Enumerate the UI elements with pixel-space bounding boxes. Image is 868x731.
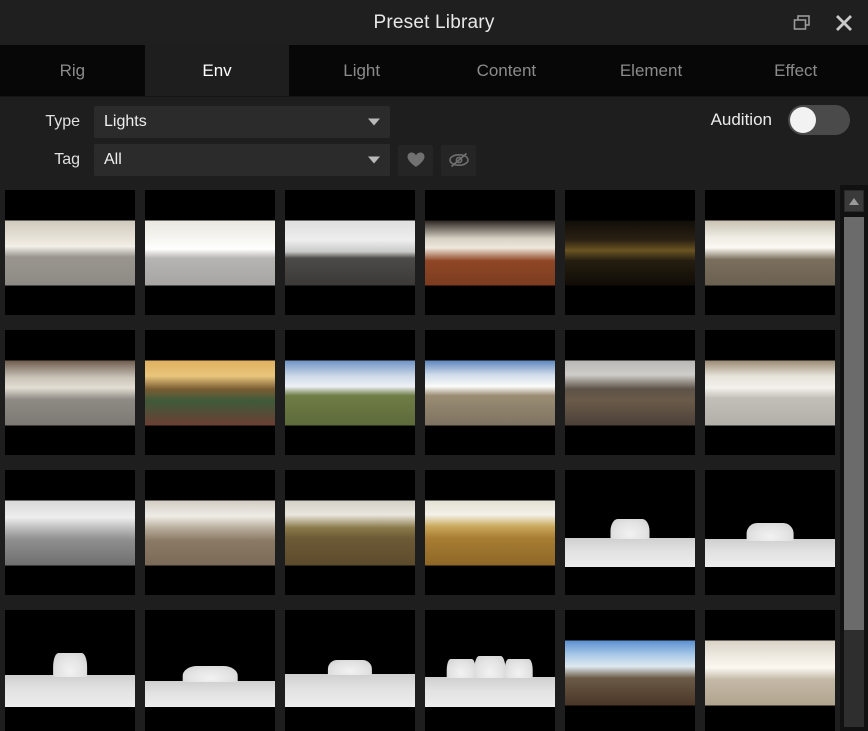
title-bar: Preset Library [0, 0, 868, 45]
preset-thumbnail [285, 360, 415, 425]
window-controls [792, 0, 854, 45]
audition-toggle[interactable] [788, 105, 850, 135]
preset-thumbnail [5, 638, 135, 707]
preset-library-window: Preset Library Rig Env Light Content Ele… [0, 0, 868, 731]
grid-scrollbar[interactable] [840, 185, 868, 731]
preset-grid [5, 185, 836, 731]
preset-tile[interactable] [5, 610, 135, 731]
preset-tile[interactable] [705, 190, 835, 315]
audition-control: Audition [711, 105, 850, 135]
preset-tile[interactable] [285, 330, 415, 455]
preset-thumbnail [145, 500, 275, 565]
tag-dropdown-value: All [104, 151, 122, 168]
tab-element[interactable]: Element [579, 45, 724, 96]
preset-thumbnail [425, 360, 555, 425]
preset-tile[interactable] [565, 610, 695, 731]
preset-thumbnail [565, 360, 695, 425]
chevron-down-icon [368, 118, 380, 126]
window-title: Preset Library [373, 11, 495, 33]
restore-window-button[interactable] [792, 13, 812, 33]
preset-thumbnail [425, 638, 555, 707]
favorites-filter-button[interactable] [398, 144, 433, 176]
preset-thumbnail [285, 500, 415, 565]
preset-tile[interactable] [5, 190, 135, 315]
tab-env[interactable]: Env [144, 45, 290, 96]
triangle-up-icon [849, 197, 859, 205]
tag-filter-row: Tag All [0, 141, 868, 179]
tab-bar: Rig Env Light Content Element Effect [0, 45, 868, 97]
preset-tile[interactable] [145, 330, 275, 455]
preset-thumbnail [565, 640, 695, 705]
scrollbar-track[interactable] [844, 217, 864, 727]
preset-thumbnail [565, 498, 695, 567]
preset-tile[interactable] [565, 470, 695, 595]
preset-tile[interactable] [145, 610, 275, 731]
tab-effect[interactable]: Effect [723, 45, 868, 96]
heart-icon [407, 152, 424, 167]
preset-tile[interactable] [705, 330, 835, 455]
scrollbar-thumb[interactable] [844, 217, 864, 630]
tab-content[interactable]: Content [434, 45, 579, 96]
preset-thumbnail [425, 220, 555, 285]
tab-rig[interactable]: Rig [0, 45, 145, 96]
preset-thumbnail [5, 360, 135, 425]
preset-thumbnail [285, 638, 415, 707]
preset-tile[interactable] [285, 470, 415, 595]
preset-thumbnail [145, 638, 275, 707]
preset-tile[interactable] [145, 190, 275, 315]
preset-thumbnail [285, 220, 415, 285]
hidden-filter-button[interactable] [441, 144, 476, 176]
preset-tile[interactable] [5, 330, 135, 455]
type-label: Type [45, 113, 80, 130]
eye-slash-icon [448, 152, 469, 168]
tag-dropdown[interactable]: All [94, 144, 390, 176]
preset-thumbnail [705, 360, 835, 425]
preset-tile[interactable] [425, 190, 555, 315]
preset-thumbnail [5, 500, 135, 565]
preset-tile[interactable] [425, 470, 555, 595]
preset-thumbnail [425, 500, 555, 565]
type-dropdown-value: Lights [104, 113, 147, 130]
preset-thumbnail [5, 220, 135, 285]
preset-thumbnail [705, 640, 835, 705]
tag-label: Tag [54, 151, 80, 168]
preset-thumbnail [705, 498, 835, 567]
close-icon [836, 14, 852, 31]
preset-tile[interactable] [145, 470, 275, 595]
preset-tile[interactable] [425, 610, 555, 731]
preset-tile[interactable] [705, 470, 835, 595]
restore-icon [793, 14, 810, 30]
close-window-button[interactable] [834, 13, 854, 33]
preset-thumbnail [565, 220, 695, 285]
audition-label: Audition [710, 110, 772, 129]
preset-tile[interactable] [565, 190, 695, 315]
preset-tile[interactable] [5, 470, 135, 595]
scroll-up-button[interactable] [844, 190, 864, 212]
type-dropdown[interactable]: Lights [94, 106, 390, 138]
preset-tile[interactable] [285, 610, 415, 731]
preset-tile[interactable] [565, 330, 695, 455]
preset-thumbnail [705, 220, 835, 285]
preset-grid-area [0, 185, 868, 731]
chevron-down-icon [368, 156, 380, 164]
filter-panel: Type Lights Tag All Audition [0, 97, 868, 185]
preset-tile[interactable] [425, 330, 555, 455]
preset-tile[interactable] [285, 190, 415, 315]
preset-thumbnail [145, 360, 275, 425]
preset-tile[interactable] [705, 610, 835, 731]
tab-light[interactable]: Light [289, 45, 434, 96]
preset-thumbnail [145, 220, 275, 285]
audition-toggle-knob [790, 107, 816, 133]
